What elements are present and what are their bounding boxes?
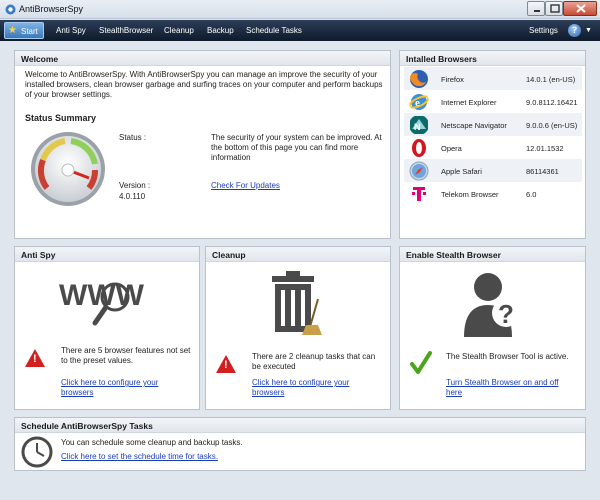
browser-row-firefox[interactable]: Firefox 14.0.1 (en-US): [404, 67, 582, 90]
maximize-icon: [550, 4, 560, 13]
check-updates-link[interactable]: Check For Updates: [211, 181, 280, 191]
anti-spy-message: There are 5 browser features not set to …: [61, 346, 191, 365]
cleanup-configure-link[interactable]: Click here to configure your browsers: [252, 378, 374, 398]
stealth-message: The Stealth Browser Tool is active.: [446, 352, 569, 361]
warning-icon: !: [25, 349, 45, 367]
status-label: Status :: [119, 133, 147, 142]
menu-bar: ★ Start Anti Spy StealthBrowser Cleanup …: [0, 20, 600, 41]
welcome-panel: Welcome Welcome to AntiBrowserSpy. With …: [14, 50, 391, 239]
menu-stealth-browser[interactable]: StealthBrowser: [99, 26, 153, 35]
clock-icon: [21, 436, 53, 468]
anti-spy-panel: Anti Spy WWW ! There are 5 browser featu…: [14, 246, 200, 410]
browser-row-netscape[interactable]: N Netscape Navigator 9.0.0.6 (en-US): [404, 113, 582, 136]
www-magnifier-icon: WWW: [59, 279, 145, 326]
welcome-intro: Welcome to AntiBrowserSpy. With AntiBrow…: [25, 70, 383, 99]
browser-version: 9.0.8112.16421: [526, 98, 578, 107]
browser-row-safari[interactable]: Apple Safari 86114361: [404, 159, 582, 182]
window-title: AntiBrowserSpy: [19, 4, 84, 14]
browser-version: 6.0: [526, 190, 537, 199]
anti-spy-heading: Anti Spy: [15, 247, 199, 262]
browser-version: 12.01.1532: [526, 144, 564, 153]
welcome-heading: Welcome: [15, 51, 390, 66]
start-button[interactable]: ★ Start: [4, 22, 44, 39]
stealth-browser-panel: Enable Stealth Browser ? The Stealth Bro…: [399, 246, 586, 410]
browser-name: Firefox: [441, 75, 464, 84]
svg-text:N: N: [414, 122, 421, 132]
menu-backup[interactable]: Backup: [207, 26, 234, 35]
version-label: Version :: [119, 181, 151, 190]
close-button[interactable]: [563, 1, 597, 16]
browser-row-opera[interactable]: Opera 12.01.1532: [404, 136, 582, 159]
menu-cleanup[interactable]: Cleanup: [164, 26, 194, 35]
browser-row-telekom[interactable]: Telekom Browser 6.0: [404, 182, 582, 205]
schedule-time-link[interactable]: Click here to set the schedule time for …: [61, 452, 218, 462]
app-logo-icon: [5, 4, 16, 15]
browsers-heading: Intalled Browsers: [400, 51, 585, 66]
cleanup-heading: Cleanup: [206, 247, 390, 262]
anti-spy-configure-link[interactable]: Click here to configure your browsers: [61, 378, 183, 398]
menu-settings[interactable]: Settings: [529, 26, 558, 35]
browser-version: 9.0.0.6 (en-US): [526, 121, 578, 130]
telekom-icon: [412, 187, 426, 201]
anonymous-user-icon: ?: [464, 273, 520, 337]
browser-name: Apple Safari: [441, 167, 482, 176]
maximize-button[interactable]: [545, 1, 563, 16]
browser-row-internet-explorer[interactable]: e Internet Explorer 9.0.8112.16421: [404, 90, 582, 113]
minimize-button[interactable]: [527, 1, 545, 16]
ie-icon: e: [409, 94, 429, 110]
help-button[interactable]: ?: [568, 24, 581, 37]
browser-version: 14.0.1 (en-US): [526, 75, 576, 84]
browser-name: Opera: [441, 144, 462, 153]
status-summary-heading: Status Summary: [25, 113, 97, 123]
schedule-heading: Schedule AntiBrowserSpy Tasks: [15, 418, 585, 433]
schedule-message: You can schedule some cleanup and backup…: [61, 438, 243, 447]
svg-text:e: e: [415, 97, 420, 109]
start-label: Start: [21, 27, 38, 36]
browser-version: 86114361: [526, 167, 559, 176]
browser-name: Netscape Navigator: [441, 121, 507, 130]
cleanup-panel: Cleanup ! There are 2 cleanup tasks that…: [205, 246, 391, 410]
browser-name: Telekom Browser: [441, 190, 499, 199]
schedule-panel: Schedule AntiBrowserSpy Tasks You can sc…: [14, 417, 586, 471]
chevron-down-icon[interactable]: ▼: [585, 27, 592, 34]
menu-anti-spy[interactable]: Anti Spy: [56, 26, 86, 35]
version-value: 4.0.110: [119, 192, 146, 201]
status-text: The security of your system can be impro…: [211, 133, 382, 162]
safari-icon: [409, 161, 429, 181]
firefox-icon: [410, 70, 428, 88]
checkmark-icon: [410, 351, 432, 374]
warning-icon: !: [216, 355, 236, 373]
installed-browsers-panel: Intalled Browsers Firefox 14.0.1 (en-US)…: [399, 50, 586, 239]
stealth-heading: Enable Stealth Browser: [400, 247, 585, 262]
browser-name: Internet Explorer: [441, 98, 497, 107]
netscape-icon: N: [410, 116, 428, 134]
stealth-toggle-link[interactable]: Turn Stealth Browser on and off here: [446, 378, 576, 398]
star-icon: ★: [8, 25, 17, 36]
menu-schedule-tasks[interactable]: Schedule Tasks: [246, 26, 302, 35]
close-icon: [576, 4, 586, 13]
trash-can-icon: [272, 271, 322, 335]
cleanup-message: There are 2 cleanup tasks that can be ex…: [252, 352, 376, 371]
security-gauge-icon: [31, 132, 105, 206]
minimize-icon: [534, 10, 540, 12]
title-bar: AntiBrowserSpy: [0, 0, 600, 19]
svg-text:?: ?: [498, 299, 514, 329]
opera-icon: [412, 139, 426, 157]
